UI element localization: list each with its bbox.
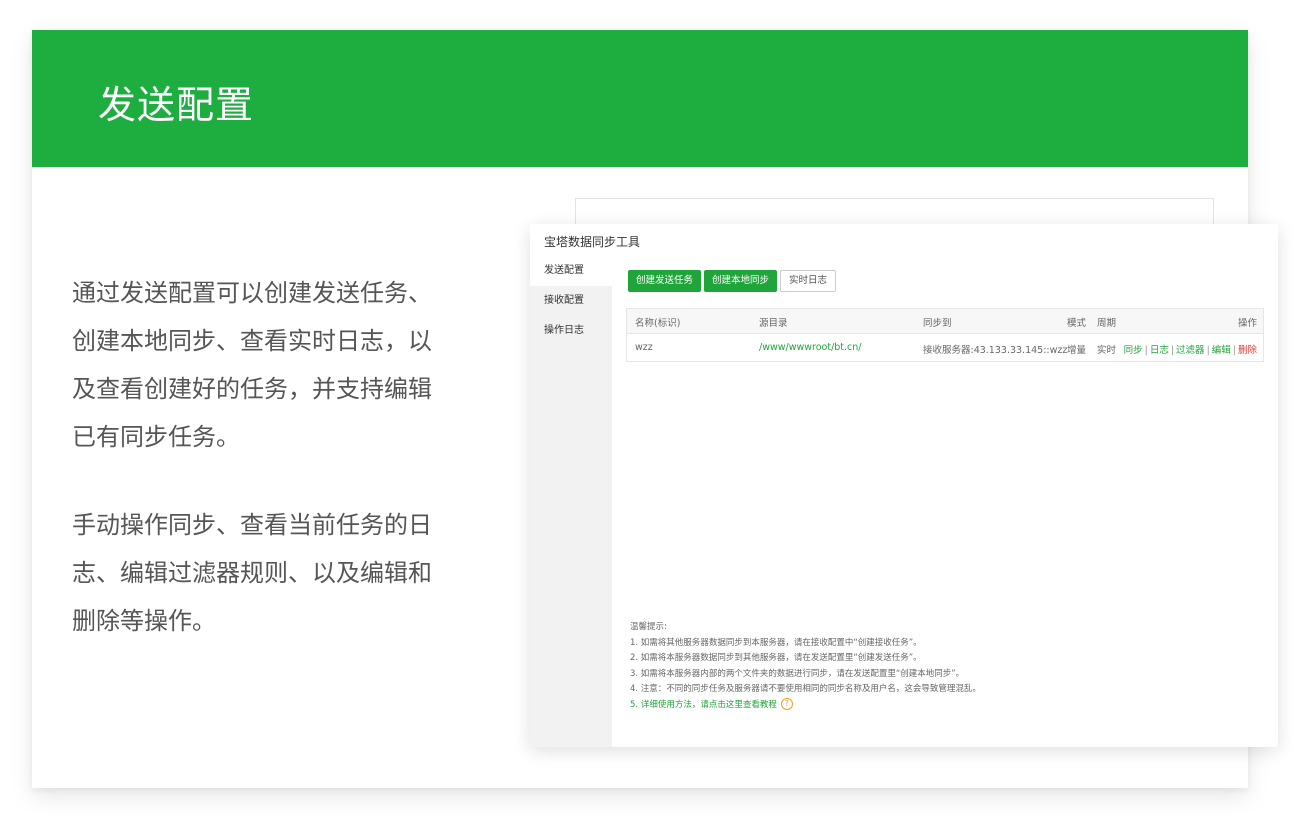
description-paragraph-2: 手动操作同步、查看当前任务的日 志、编辑过滤器规则、以及编辑和 删除等操作。 bbox=[72, 501, 482, 645]
tip-line: 4. 注意：不同的同步任务及服务器请不要使用相同的同步名称及用户名，这会导致管理… bbox=[630, 684, 981, 694]
col-header-dest: 同步到 bbox=[923, 318, 952, 329]
description-paragraph-1: 通过发送配置可以创建发送任务、 创建本地同步、查看实时日志，以 及查看创建好的任… bbox=[72, 269, 482, 461]
app-screenshot-window: 宝塔数据同步工具 发送配置 接收配置 操作日志 创建发送任务 创建本地同步 实时… bbox=[530, 224, 1278, 747]
separator: | bbox=[1232, 345, 1236, 356]
source-dir-link[interactable]: /www/wwwroot/bt.cn/ bbox=[759, 342, 862, 353]
filter-action-link[interactable]: 过滤器 bbox=[1176, 345, 1205, 356]
col-header-ops: 操作 bbox=[1237, 318, 1257, 329]
cycle-value: 实时 bbox=[1097, 345, 1117, 356]
help-icon[interactable]: ? bbox=[780, 698, 793, 710]
task-name: wzz bbox=[635, 342, 653, 353]
col-header-mode: 模式 bbox=[1067, 318, 1087, 329]
desc-line: 手动操作同步、查看当前任务的日 bbox=[72, 511, 432, 539]
tips-title: 温馨提示: bbox=[630, 622, 667, 632]
log-action-link[interactable]: 日志 bbox=[1150, 345, 1169, 356]
sidebar: 发送配置 接收配置 操作日志 bbox=[530, 256, 612, 747]
separator: | bbox=[1206, 345, 1210, 356]
tutorial-prefix: 5. bbox=[630, 699, 641, 710]
sidebar-item-operation-log[interactable]: 操作日志 bbox=[530, 316, 612, 346]
tutorial-link[interactable]: 详细使用方法，请点击这里查看教程 bbox=[641, 700, 777, 710]
col-header-source: 源目录 bbox=[759, 318, 788, 329]
desc-line: 志、编辑过滤器规则、以及编辑和 bbox=[72, 559, 432, 587]
create-local-sync-button[interactable]: 创建本地同步 bbox=[704, 270, 778, 292]
tutorial-tip: 5. 详细使用方法，请点击这里查看教程? bbox=[630, 698, 1250, 714]
desc-line: 及查看创建好的任务，并支持编辑 bbox=[72, 375, 432, 403]
app-title: 宝塔数据同步工具 bbox=[544, 235, 641, 249]
edit-action-link[interactable]: 编辑 bbox=[1212, 345, 1231, 356]
realtime-log-button[interactable]: 实时日志 bbox=[780, 270, 837, 292]
sidebar-item-send-config[interactable]: 发送配置 bbox=[530, 256, 612, 286]
sidebar-item-receive-config[interactable]: 接收配置 bbox=[530, 286, 612, 316]
sync-action-link[interactable]: 同步 bbox=[1124, 345, 1143, 356]
desc-line: 已有同步任务。 bbox=[72, 423, 240, 451]
create-send-task-button[interactable]: 创建发送任务 bbox=[628, 270, 702, 292]
table-header: 名称(标识) 源目录 同步到 模式 周期 操作 bbox=[627, 309, 1263, 334]
tip-line: 2. 如需将本服务器数据同步到其他服务器，请在发送配置里“创建发送任务”。 bbox=[630, 653, 922, 663]
mode-value: 增量 bbox=[1067, 345, 1087, 356]
separator: | bbox=[1144, 345, 1148, 356]
header-banner: 发送配置 bbox=[32, 30, 1248, 167]
col-header-cycle: 周期 bbox=[1097, 318, 1117, 329]
desc-line: 删除等操作。 bbox=[72, 607, 216, 635]
delete-action-link[interactable]: 删除 bbox=[1238, 345, 1257, 356]
desc-line: 通过发送配置可以创建发送任务、 bbox=[72, 279, 432, 307]
tip-line: 1. 如需将其他服务器数据同步到本服务器，请在接收配置中“创建接收任务”。 bbox=[630, 637, 922, 648]
row-actions: 同步 | 日志 | 过滤器 | 编辑 | 删除 bbox=[1124, 342, 1257, 356]
col-header-name: 名称(标识) bbox=[635, 318, 681, 329]
separator: | bbox=[1170, 345, 1175, 356]
desc-line: 创建本地同步、查看实时日志，以 bbox=[72, 327, 432, 355]
dest-value: 接收服务器:43.133.33.145::wzz bbox=[923, 345, 1068, 356]
tip-line: 3. 如需将本服务器内部的两个文件夹的数据进行同步，请在发送配置里“创建本地同步… bbox=[630, 668, 965, 679]
task-table: 名称(标识) 源目录 同步到 模式 周期 操作 wzz /www/wwwroot… bbox=[626, 308, 1264, 362]
tips-panel: 温馨提示: 1. 如需将其他服务器数据同步到本服务器，请在接收配置中“创建接收任… bbox=[630, 620, 1250, 713]
page-title: 发送配置 bbox=[98, 83, 255, 127]
